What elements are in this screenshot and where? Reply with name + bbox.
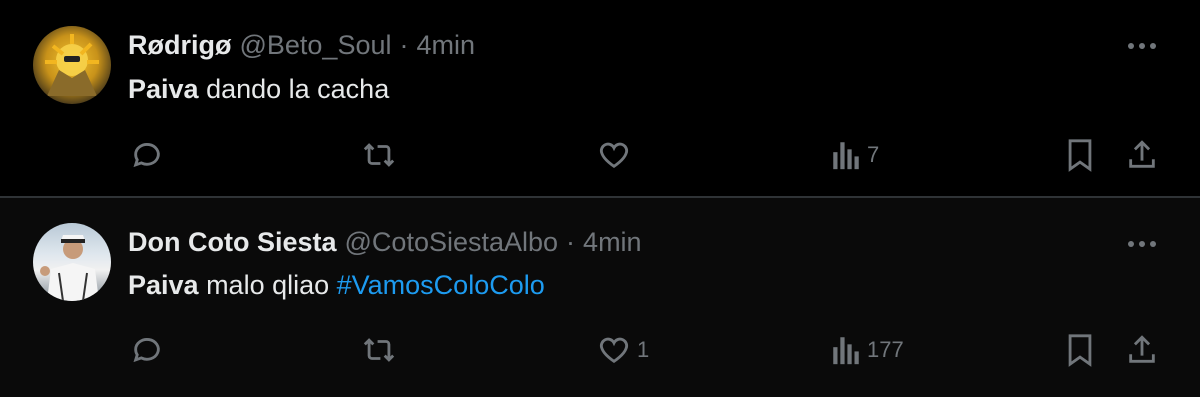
bookmark-button[interactable]	[1065, 330, 1095, 370]
view-count: 177	[867, 337, 904, 362]
bookmark-icon	[1068, 334, 1092, 367]
user-handle[interactable]: @Beto_Soul	[239, 30, 391, 61]
like-button[interactable]	[597, 135, 637, 175]
share-icon	[1129, 140, 1155, 168]
share-icon	[1129, 335, 1155, 363]
display-name[interactable]: Don Coto Siesta	[128, 227, 337, 258]
separator-dot: ·	[566, 226, 576, 257]
tweet-header: Don Coto Siesta @CotoSiestaAlbo · 4min	[128, 225, 642, 259]
views-button[interactable]: 7	[831, 135, 879, 175]
tweet-text-bold: Paiva	[128, 270, 199, 300]
views-button[interactable]: 177	[831, 330, 904, 370]
timestamp[interactable]: 4min	[583, 227, 642, 258]
tweet-text-rest: malo qliao	[198, 270, 337, 300]
timeline-feed: Rødrigø @Beto_Soul · 4min Paiva dando la…	[0, 0, 1200, 397]
retweet-icon	[363, 143, 395, 167]
tweet-text: Paiva dando la cacha	[128, 74, 389, 105]
tweet-actions: 1 177	[0, 330, 1200, 370]
reply-button[interactable]	[130, 330, 164, 370]
reply-icon	[133, 143, 160, 168]
views-icon	[833, 337, 859, 365]
tweet-text: Paiva malo qliao #VamosColoColo	[128, 270, 545, 301]
display-name[interactable]: Rødrigø	[128, 30, 231, 61]
retweet-button[interactable]	[360, 135, 398, 175]
like-count: 1	[637, 337, 650, 362]
view-count: 7	[867, 142, 880, 167]
views-icon	[833, 142, 859, 170]
bookmark-button[interactable]	[1065, 135, 1095, 175]
avatar[interactable]	[33, 26, 111, 104]
tweet-header: Rødrigø @Beto_Soul · 4min	[128, 28, 475, 62]
reply-icon	[133, 338, 160, 363]
avatar[interactable]	[33, 223, 111, 301]
share-button[interactable]	[1125, 330, 1159, 370]
like-button[interactable]: 1	[597, 330, 649, 370]
more-icon	[1128, 43, 1156, 49]
tweet-text-bold: Paiva	[128, 74, 199, 104]
separator-dot: ·	[399, 29, 409, 60]
retweet-button[interactable]	[360, 330, 398, 370]
more-icon	[1128, 241, 1156, 247]
tweet[interactable]: Rødrigø @Beto_Soul · 4min Paiva dando la…	[0, 0, 1200, 196]
tweet-text-rest: dando la cacha	[198, 74, 390, 104]
more-button[interactable]	[1125, 29, 1159, 63]
reply-button[interactable]	[130, 135, 164, 175]
heart-icon	[599, 142, 629, 169]
timestamp[interactable]: 4min	[417, 30, 476, 61]
tweet[interactable]: Don Coto Siesta @CotoSiestaAlbo · 4min P…	[0, 198, 1200, 397]
share-button[interactable]	[1125, 135, 1159, 175]
retweet-icon	[363, 338, 395, 362]
bookmark-icon	[1068, 139, 1092, 172]
heart-icon	[599, 337, 629, 364]
tweet-actions: 7	[0, 135, 1200, 175]
hashtag-link[interactable]: #VamosColoColo	[337, 270, 545, 300]
user-handle[interactable]: @CotoSiestaAlbo	[345, 227, 559, 258]
more-button[interactable]	[1125, 227, 1159, 261]
